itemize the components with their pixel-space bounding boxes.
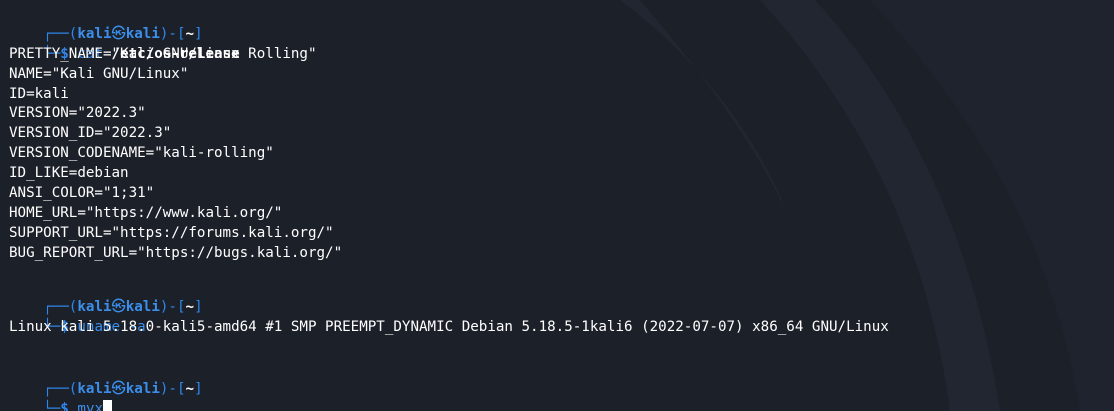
prompt-user: kali [77, 381, 112, 398]
output-line: HOME_URL="https://www.kali.org/" [9, 204, 283, 221]
prompt-path: ~ [185, 381, 195, 398]
output-line: SUPPORT_URL="https://forums.kali.org/" [9, 224, 334, 241]
prompt-separator-icon: ㉿ [111, 25, 126, 42]
output-line: ID=kali [9, 85, 69, 102]
prompt-line: ┌──(kali㉿kali)-[~] [9, 5, 1109, 42]
prompt-host: kali [125, 25, 160, 42]
prompt-line: ┌──(kali㉿kali)-[~] [9, 360, 1109, 397]
prompt-frame: └─ [43, 401, 61, 411]
prompt-frame: ┌──( [43, 381, 78, 398]
prompt-frame: )-[ [159, 25, 186, 42]
prompt-frame: )-[ [159, 381, 186, 398]
prompt-frame: ┌──( [43, 25, 78, 42]
text-cursor [102, 400, 112, 411]
output-line: NAME="Kali GNU/Linux" [9, 65, 189, 82]
output-line: VERSION_ID="2022.3" [9, 125, 172, 142]
prompt-symbol: $ [60, 401, 69, 411]
output-line: ANSI_COLOR="1;31" [9, 185, 155, 202]
output-line: Linux kali 5.18.0-kali5-amd64 #1 SMP PRE… [9, 319, 889, 336]
prompt-user: kali [77, 299, 112, 316]
prompt-host: kali [125, 299, 160, 316]
output-line: VERSION_CODENAME="kali-rolling" [9, 145, 274, 162]
prompt-user: kali [77, 25, 112, 42]
prompt-frame: ] [194, 25, 203, 42]
terminal-window[interactable]: ┌──(kali㉿kali)-[~] └─$ cat /etc/os-relea… [9, 5, 1109, 411]
prompt-frame: )-[ [159, 299, 186, 316]
prompt-frame: ] [194, 381, 203, 398]
prompt-path: ~ [185, 25, 195, 42]
prompt-separator-icon: ㉿ [111, 381, 126, 398]
prompt-frame: ┌──( [43, 299, 78, 316]
output-line: ID_LIKE=debian [9, 165, 129, 182]
prompt-path: ~ [185, 299, 195, 316]
command-input[interactable]: myx [77, 401, 103, 411]
output-line: BUG_REPORT_URL="https://bugs.kali.org/" [9, 244, 343, 261]
prompt-frame: ] [194, 299, 203, 316]
prompt-host: kali [125, 381, 160, 398]
output-line: VERSION="2022.3" [9, 105, 146, 122]
output-line: PRETTY_NAME="Kali GNU/Linux Rolling" [9, 45, 317, 62]
prompt-line: ┌──(kali㉿kali)-[~] [9, 279, 1109, 315]
prompt-separator-icon: ㉿ [111, 299, 126, 316]
